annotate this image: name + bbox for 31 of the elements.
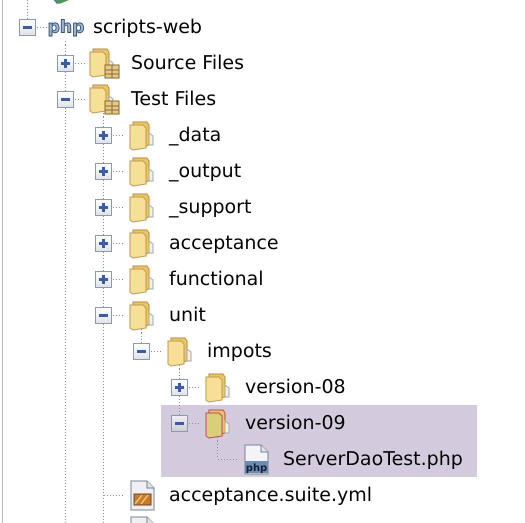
expand-toggle[interactable] — [171, 379, 188, 396]
expand-toggle[interactable] — [95, 199, 112, 216]
expand-toggle[interactable] — [95, 271, 112, 288]
expand-toggle[interactable] — [95, 163, 112, 180]
tree-item-label[interactable]: acceptance.suite.yml — [169, 483, 372, 507]
tree-item-label[interactable]: ServerDaoTest.php — [283, 447, 463, 471]
expand-toggle[interactable] — [95, 127, 112, 144]
tree-item-label[interactable]: scripts-web — [93, 15, 202, 39]
collapse-toggle[interactable] — [95, 307, 112, 324]
tree-item-label[interactable]: impots — [207, 339, 272, 363]
collapse-toggle[interactable] — [19, 19, 36, 36]
tree-item-label[interactable]: _output — [169, 159, 242, 183]
tree-item-label[interactable]: Test Files — [131, 87, 216, 111]
collapse-toggle[interactable] — [57, 91, 74, 108]
tree-item-label[interactable]: functional — [169, 267, 264, 291]
collapse-toggle[interactable] — [133, 343, 150, 360]
php-file-icon: php — [242, 443, 270, 475]
tree-item-label[interactable]: _data — [169, 123, 222, 147]
tree-item-label[interactable]: _support — [169, 195, 252, 219]
collapse-toggle[interactable] — [171, 415, 188, 432]
tree-item-label[interactable]: acceptance — [169, 231, 279, 255]
tree-item-label[interactable]: Source Files — [131, 51, 244, 75]
expand-toggle[interactable] — [95, 235, 112, 252]
folder-icon — [87, 46, 121, 80]
php-logo-icon: php — [47, 13, 85, 41]
file-icon — [128, 479, 156, 511]
folder-icon — [87, 82, 121, 116]
tree-item-label[interactable]: unit — [169, 303, 206, 327]
expand-toggle[interactable] — [57, 55, 74, 72]
tree-item-label[interactable]: version-09 — [245, 411, 346, 435]
tree-item-label[interactable]: version-08 — [245, 375, 346, 399]
